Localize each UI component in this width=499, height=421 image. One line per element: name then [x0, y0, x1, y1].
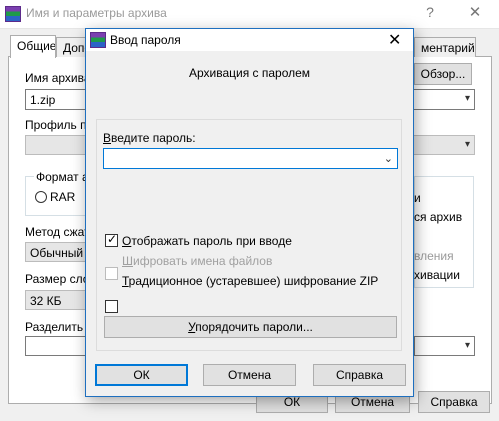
option-label-4: хивации	[414, 268, 460, 282]
option-label-1: и	[414, 191, 421, 205]
show-password-label: Отображать пароль при вводе	[122, 234, 292, 248]
split-volumes-combobox[interactable]	[25, 336, 87, 356]
dialog-help-button[interactable]: Справка	[313, 364, 406, 386]
chevron-down-icon: ▾	[464, 340, 470, 351]
checkmark-icon: ✓	[107, 232, 118, 246]
tab-general[interactable]: Общие	[10, 35, 56, 58]
close-icon[interactable]: ✕	[388, 30, 401, 50]
dialog-subtitle: Архивация с паролем	[188, 66, 311, 80]
compression-method-value: Обычный	[30, 246, 84, 260]
window-title: Имя и параметры архива	[26, 6, 167, 20]
archive-name-value: 1.zip	[30, 93, 56, 107]
dictionary-size-combobox[interactable]: 32 КБ	[25, 290, 87, 310]
help-icon[interactable]: ?	[422, 4, 438, 20]
help-button[interactable]: Справка	[418, 391, 490, 413]
option-label-3: вления	[414, 249, 454, 263]
format-rar-radio[interactable]	[35, 191, 47, 203]
dialog-title: Ввод пароля	[110, 33, 181, 47]
password-input[interactable]: ⌄	[103, 148, 398, 169]
tab-advanced[interactable]: Допо	[56, 37, 88, 57]
chevron-down-icon: ▾	[464, 139, 470, 150]
dialog-titlebar: Ввод пароля ✕	[86, 29, 413, 51]
winrar-logo-icon	[90, 32, 106, 48]
encrypt-filenames-checkbox[interactable]	[105, 267, 118, 280]
legacy-zip-encryption-checkbox[interactable]	[105, 300, 118, 313]
password-dialog: Ввод пароля ✕ Архивация с паролем Введит…	[85, 28, 414, 397]
show-password-checkbox[interactable]: ✓	[105, 232, 118, 247]
option-label-2: ся архив	[414, 210, 463, 224]
legacy-zip-encryption-label: Традиционное (устаревшее) шифрование ZIP	[122, 274, 379, 288]
split-volumes-label: Разделить н	[25, 320, 94, 334]
profile-label: Профиль по	[25, 118, 94, 132]
organize-passwords-button[interactable]: Упорядочить пароли...	[104, 316, 397, 338]
winrar-logo-icon	[5, 6, 21, 22]
window-titlebar: Имя и параметры архива ? ✕	[0, 0, 499, 29]
chevron-down-icon: ▾	[464, 93, 470, 104]
split-volumes-unit-combobox[interactable]: ▾	[414, 336, 475, 356]
compression-method-label: Метод сжат	[25, 225, 90, 239]
archive-name-label: Имя архива	[25, 71, 91, 85]
format-rar-label: RAR	[50, 190, 76, 204]
close-icon[interactable]: ✕	[467, 3, 483, 21]
browse-button[interactable]: Обзор...	[414, 63, 472, 85]
compression-method-combobox[interactable]: Обычный	[25, 242, 87, 262]
dictionary-size-value: 32 КБ	[30, 294, 62, 308]
encrypt-filenames-label: Шифровать имена файлов	[122, 254, 273, 268]
password-label: Введите пароль:	[103, 131, 196, 145]
chevron-down-icon[interactable]: ⌄	[384, 152, 393, 165]
dialog-ok-button[interactable]: ОК	[95, 364, 188, 386]
dialog-cancel-button[interactable]: Отмена	[203, 364, 296, 386]
tab-comment[interactable]: ментарий	[414, 37, 476, 57]
